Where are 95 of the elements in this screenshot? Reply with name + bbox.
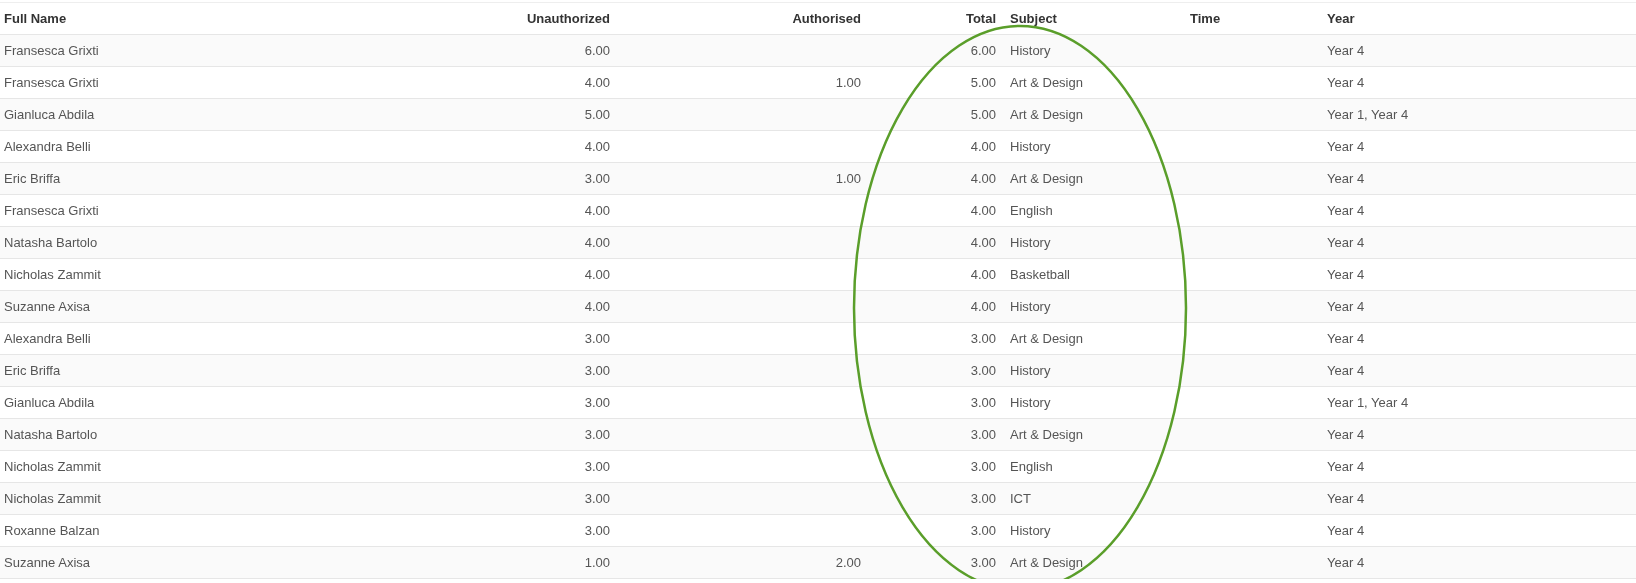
table-cell: Year 4: [1327, 554, 1365, 570]
table-cell: Year 4: [1327, 426, 1365, 442]
table-cell: History: [1010, 138, 1051, 154]
table-cell: 3.00: [584, 170, 610, 186]
table-cell: Year 1, Year 4: [1327, 394, 1409, 410]
table-cell: 1.00: [835, 74, 861, 90]
table-cell: 3.00: [584, 522, 610, 538]
table-cell: Year 1, Year 4: [1327, 106, 1409, 122]
column-header: Full Name: [4, 10, 67, 26]
table-cell: Year 4: [1327, 330, 1365, 346]
table-cell: History: [1010, 394, 1051, 410]
table-cell: Natasha Bartolo: [4, 426, 98, 442]
table-cell: 4.00: [584, 298, 610, 314]
table-cell: 4.00: [584, 266, 610, 282]
table-cell: Eric Briffa: [4, 170, 61, 186]
table-cell: Alexandra Belli: [4, 138, 91, 154]
table-cell: Nicholas Zammit: [4, 266, 101, 282]
table-cell: Year 4: [1327, 234, 1365, 250]
table-cell: 6.00: [584, 42, 610, 58]
table-cell: 4.00: [970, 138, 996, 154]
table-cell: 5.00: [584, 106, 610, 122]
table-cell: Year 4: [1327, 522, 1365, 538]
table-cell: Year 4: [1327, 202, 1365, 218]
table-cell: History: [1010, 234, 1051, 250]
table-cell: Art & Design: [1010, 106, 1083, 122]
table-cell: Art & Design: [1010, 170, 1083, 186]
table-cell: Natasha Bartolo: [4, 234, 98, 250]
table-cell: 3.00: [970, 426, 996, 442]
table-cell: 4.00: [584, 138, 610, 154]
table-cell: Alexandra Belli: [4, 330, 91, 346]
table-cell: ICT: [1010, 490, 1031, 506]
table-cell: 3.00: [584, 426, 610, 442]
table-cell: 4.00: [970, 266, 996, 282]
table-cell: 1.00: [584, 554, 610, 570]
table-cell: Eric Briffa: [4, 362, 61, 378]
table-cell: 5.00: [970, 106, 996, 122]
table-cell: 3.00: [584, 362, 610, 378]
table-cell: 4.00: [970, 202, 996, 218]
table-cell: Year 4: [1327, 298, 1365, 314]
table-cell: History: [1010, 42, 1051, 58]
table-cell: 4.00: [970, 298, 996, 314]
table-cell: Year 4: [1327, 362, 1365, 378]
table-cell: Art & Design: [1010, 426, 1083, 442]
table-cell: Suzanne Axisa: [4, 554, 90, 570]
table-cell: History: [1010, 522, 1051, 538]
table-cell: Basketball: [1010, 266, 1070, 282]
table-cell: 3.00: [970, 394, 996, 410]
table-cell: 6.00: [970, 42, 996, 58]
table-cell: Suzanne Axisa: [4, 298, 90, 314]
table-cell: Roxanne Balzan: [4, 522, 100, 538]
table-cell: 2.00: [835, 554, 861, 570]
column-header: Authorised: [792, 10, 861, 26]
table-cell: Fransesca Grixti: [4, 202, 99, 218]
table-cell: English: [1010, 202, 1053, 218]
table-cell: Year 4: [1327, 490, 1365, 506]
table-cell: 3.00: [970, 330, 996, 346]
column-header: Unauthorized: [526, 10, 610, 26]
table-cell: 3.00: [584, 490, 610, 506]
table-cell: 3.00: [584, 394, 610, 410]
table-cell: Art & Design: [1010, 330, 1083, 346]
table-cell: Fransesca Grixti: [4, 42, 99, 58]
table-cell: Art & Design: [1010, 74, 1083, 90]
table-cell: Year 4: [1327, 42, 1365, 58]
table-cell: 3.00: [584, 330, 610, 346]
table-cell: Nicholas Zammit: [4, 458, 101, 474]
table-cell: 4.00: [970, 170, 996, 186]
table-cell: 4.00: [584, 74, 610, 90]
table-cell: 3.00: [970, 490, 996, 506]
table-cell: 3.00: [970, 554, 996, 570]
table-cell: 3.00: [970, 362, 996, 378]
table-cell: Nicholas Zammit: [4, 490, 101, 506]
table-cell: Art & Design: [1010, 554, 1083, 570]
column-header: Total: [965, 10, 996, 26]
table-cell: Year 4: [1327, 170, 1365, 186]
table-cell: Gianluca Abdila: [4, 394, 95, 410]
table-cell: 1.00: [835, 170, 861, 186]
column-header: Subject: [1010, 10, 1057, 26]
table-cell: 3.00: [584, 458, 610, 474]
table-cell: History: [1010, 362, 1051, 378]
table-cell: 4.00: [584, 202, 610, 218]
table-cell: Year 4: [1327, 138, 1365, 154]
table-cell: 4.00: [584, 234, 610, 250]
table-cell: English: [1010, 458, 1053, 474]
table-cell: Year 4: [1327, 458, 1365, 474]
table-cell: 5.00: [970, 74, 996, 90]
table-cell: Fransesca Grixti: [4, 74, 99, 90]
column-header: Time: [1190, 10, 1221, 26]
table-cell: Year 4: [1327, 266, 1365, 282]
table-cell: Gianluca Abdila: [4, 106, 95, 122]
table-cell: 3.00: [970, 458, 996, 474]
table-cell: 4.00: [970, 234, 996, 250]
table-cell: 3.00: [970, 522, 996, 538]
column-header: Year: [1327, 10, 1355, 26]
table-cell: Year 4: [1327, 74, 1365, 90]
table-cell: History: [1010, 298, 1051, 314]
